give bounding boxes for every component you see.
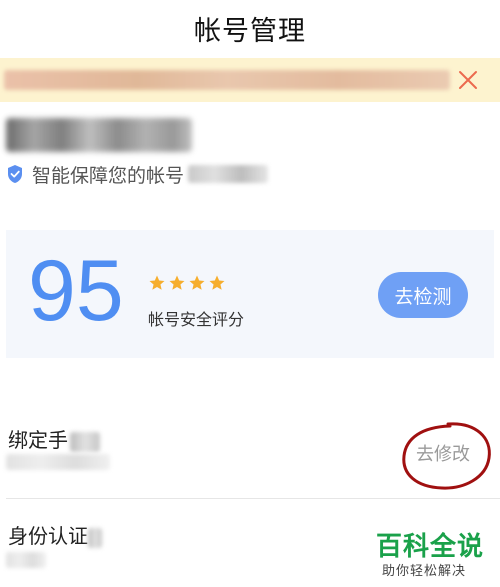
watermark-main: 百科全说 xyxy=(376,532,485,562)
watermark-logo: 百科全说 助你轻松解决 xyxy=(370,526,500,584)
phone-number-redacted xyxy=(6,454,110,470)
protect-row: 智能保障您的帐号 xyxy=(6,162,269,187)
modify-phone-link[interactable]: 去修改 xyxy=(416,440,470,466)
banner-text-redacted xyxy=(4,70,450,90)
security-score-card: 95 帐号安全评分 去检测 xyxy=(6,230,494,358)
score-label: 帐号安全评分 xyxy=(148,310,245,329)
check-button[interactable]: 去检测 xyxy=(378,272,468,318)
star-rating xyxy=(148,274,228,292)
identity-label: 身份认证 xyxy=(8,524,88,548)
star-icon xyxy=(169,275,185,290)
star-icon xyxy=(149,275,165,290)
page-title: 帐号管理 xyxy=(194,15,306,47)
identity-status-redacted xyxy=(6,552,46,568)
protect-text: 智能保障您的帐号 xyxy=(32,164,185,187)
bind-phone-label-redacted xyxy=(70,431,100,452)
watermark-sub: 助你轻松解决 xyxy=(382,564,467,579)
close-icon[interactable] xyxy=(454,66,482,94)
bind-phone-label: 绑定手 xyxy=(8,428,68,452)
header: 帐号管理 xyxy=(0,0,500,56)
bind-phone-row[interactable]: 绑定手 xyxy=(8,424,100,453)
identity-label-redacted xyxy=(88,527,102,548)
star-icon xyxy=(189,275,205,290)
star-icon xyxy=(209,275,225,290)
notice-banner[interactable] xyxy=(0,58,500,102)
protect-text-redacted xyxy=(188,165,269,183)
identity-row[interactable]: 身份认证 xyxy=(8,520,102,549)
divider xyxy=(6,498,500,499)
shield-icon xyxy=(8,165,22,183)
security-score: 95 xyxy=(28,243,124,339)
account-name-redacted xyxy=(6,118,192,152)
